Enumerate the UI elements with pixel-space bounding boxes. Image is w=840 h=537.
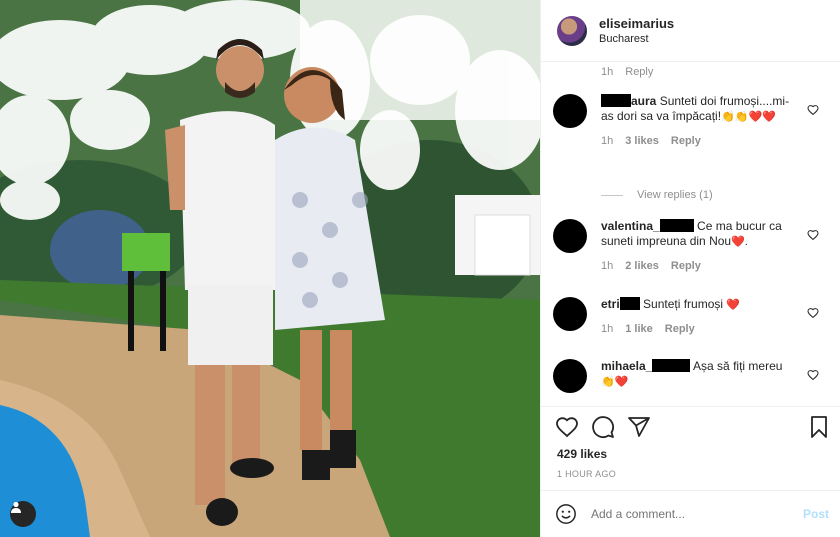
likes-count[interactable]: 429 likes — [557, 447, 607, 461]
like-comment-icon[interactable] — [807, 369, 819, 381]
redacted-name — [652, 359, 691, 372]
comment-meta: 1h 1 like Reply — [601, 322, 801, 337]
comment-icon[interactable] — [591, 415, 615, 439]
post-actions: 429 likes 1 HOUR AGO — [541, 406, 840, 479]
photo-scene — [0, 0, 540, 537]
action-icons — [555, 415, 831, 441]
reply-button[interactable]: Reply — [665, 322, 695, 337]
redacted-name — [601, 94, 631, 107]
comment-text: Așa să fiți mereu — [693, 359, 783, 373]
comment-time: 1h — [601, 135, 614, 147]
user-tag-icon[interactable] — [10, 501, 36, 527]
comment-emoji: 👏👏❤️❤️ — [721, 111, 776, 123]
emoji-icon[interactable] — [555, 503, 577, 525]
post-side-panel: eliseimarius Bucharest 1h Reply aura Sun… — [540, 0, 840, 537]
commenter-avatar[interactable] — [553, 219, 587, 253]
comments-list[interactable]: 1h Reply aura Sunteti doi frumoși....mi-… — [541, 62, 840, 406]
reply-button[interactable]: Reply — [671, 259, 701, 274]
post-location[interactable]: Bucharest — [599, 33, 674, 45]
commenter-username[interactable]: mihaela_ — [601, 359, 652, 373]
bookmark-icon[interactable] — [807, 415, 831, 439]
comment-text: Sunteți frumoși — [643, 297, 724, 311]
commenter-username[interactable]: aura — [631, 94, 656, 108]
previous-comment-meta: 1h Reply — [601, 66, 653, 78]
like-comment-icon[interactable] — [807, 307, 819, 319]
redacted-name — [619, 297, 640, 310]
reply-button[interactable]: Reply — [625, 66, 653, 78]
comment-time: 1h — [601, 323, 614, 335]
commenter-avatar[interactable] — [553, 94, 587, 128]
post-time[interactable]: 1 HOUR AGO — [557, 469, 616, 479]
commenter-username[interactable]: etri — [601, 297, 620, 311]
redacted-name — [659, 219, 694, 232]
comment-likes[interactable]: 1 like — [625, 322, 653, 337]
share-icon[interactable] — [627, 415, 651, 439]
post-header: eliseimarius Bucharest — [541, 0, 840, 62]
comment-time: 1h — [601, 66, 614, 78]
comment-meta: 1h 3 likes Reply — [601, 134, 801, 149]
view-replies[interactable]: View replies (1) — [601, 189, 713, 201]
commenter-avatar[interactable] — [553, 297, 587, 331]
comment-likes[interactable]: 3 likes — [625, 134, 659, 149]
author-username[interactable]: eliseimarius — [599, 16, 674, 31]
like-comment-icon[interactable] — [807, 229, 819, 241]
like-comment-icon[interactable] — [807, 104, 819, 116]
replies-divider — [601, 194, 623, 196]
comment-emoji: ❤️ — [726, 299, 741, 311]
comment-emoji: 👏❤️ — [601, 376, 629, 388]
commenter-avatar[interactable] — [553, 359, 587, 393]
comment-emoji: ❤️. — [731, 236, 748, 248]
comment-likes[interactable]: 2 likes — [625, 259, 659, 274]
heart-icon[interactable] — [555, 415, 579, 439]
add-comment-bar: Post — [541, 490, 840, 537]
view-replies-label[interactable]: View replies (1) — [637, 189, 713, 201]
comment-meta: 1h 2 likes Reply — [601, 259, 801, 274]
author-avatar[interactable] — [557, 15, 587, 46]
user-silhouette-icon — [11, 501, 21, 513]
reply-button[interactable]: Reply — [671, 134, 701, 149]
comment-time: 1h — [601, 260, 614, 272]
post-photo[interactable] — [0, 0, 540, 537]
commenter-username[interactable]: valentina_ — [601, 219, 660, 233]
post-button[interactable]: Post — [803, 507, 829, 521]
add-comment-input[interactable] — [591, 507, 791, 521]
